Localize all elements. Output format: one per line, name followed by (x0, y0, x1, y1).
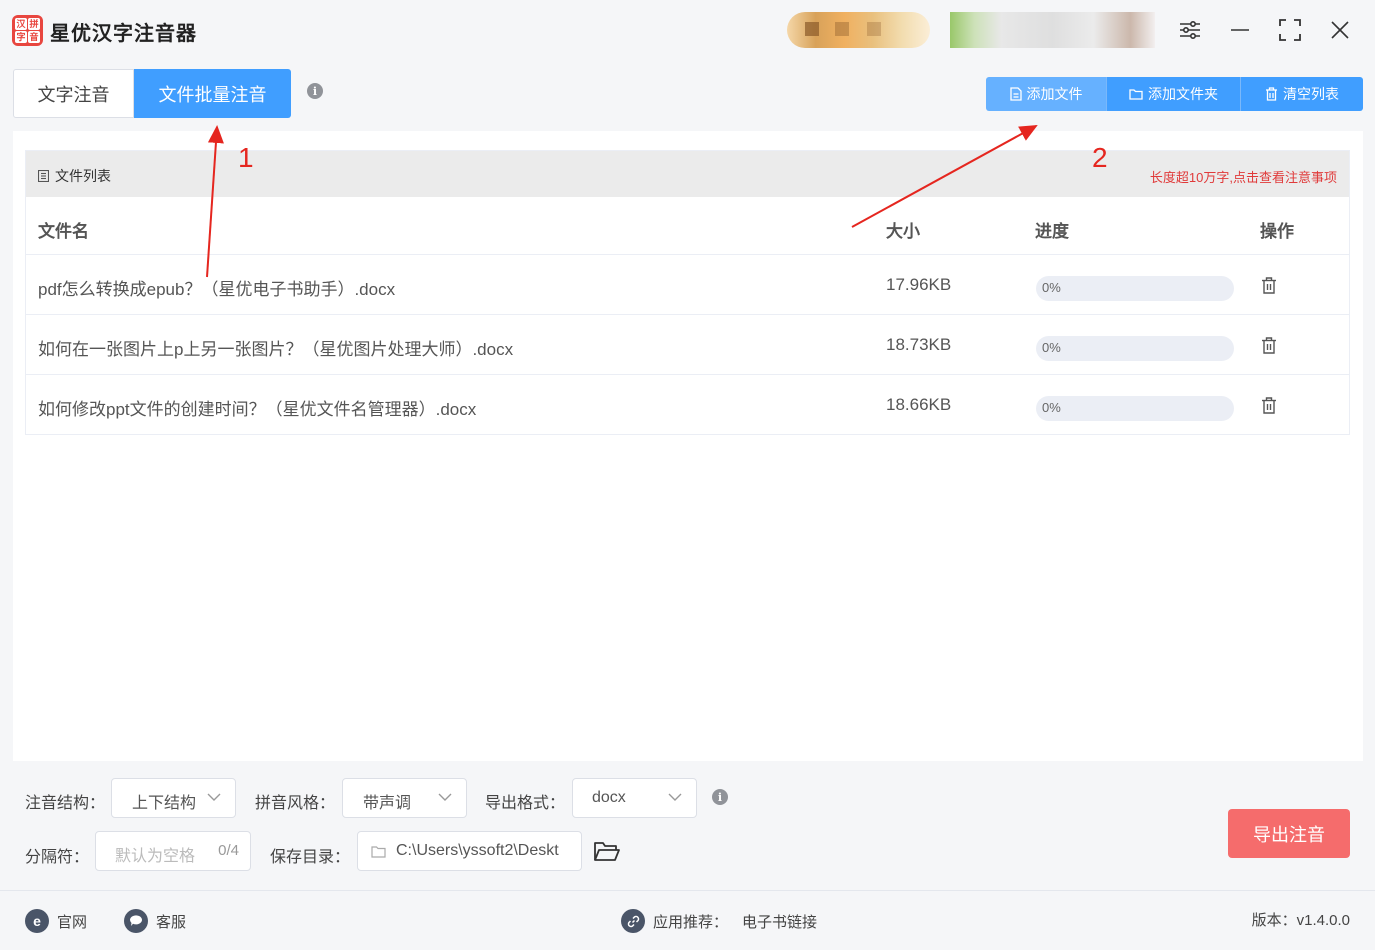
table-header: 文件名 大小 进度 操作 (26, 197, 1349, 255)
open-folder-icon[interactable] (593, 840, 620, 863)
progress-text: 0% (1042, 280, 1061, 295)
progress-bar: 0% (1036, 396, 1234, 421)
annotation-number-2: 2 (1092, 142, 1108, 173)
save-dir-label: 保存目录： (270, 849, 351, 866)
ebook-link[interactable]: 电子书链接 (742, 911, 817, 932)
tab-batch-file-annotation[interactable]: 文件批量注音 (134, 69, 291, 118)
separator-input[interactable]: 默认为空格 0/4 (95, 831, 251, 871)
maximize-icon[interactable] (1275, 15, 1305, 45)
trash-icon (1266, 87, 1277, 101)
file-size: 18.73KB (886, 335, 952, 354)
app-recommend[interactable]: 应用推荐： 电子书链接 (621, 909, 817, 933)
export-format-value: docx (592, 789, 626, 806)
structure-select[interactable]: 上下结构 (111, 778, 236, 818)
recommend-label: 应用推荐： (653, 913, 729, 931)
title-bar: 汉拼 字音 星优汉字注音器 (0, 0, 1375, 60)
tab-text-annotation[interactable]: 文字注音 (13, 69, 134, 118)
column-header-progress: 进度 (1035, 222, 1069, 241)
separator-placeholder: 默认为空格 (115, 848, 196, 865)
chevron-down-icon (207, 793, 221, 801)
link-chain-icon (621, 909, 645, 933)
list-icon (38, 170, 49, 182)
progress-bar: 0% (1036, 336, 1234, 361)
file-name: 如何修改ppt文件的创建时间？（星优文件名管理器）.docx (38, 400, 477, 419)
table-row: 如何修改ppt文件的创建时间？（星优文件名管理器）.docx 18.66KB 0… (26, 375, 1349, 435)
length-notice-link[interactable]: 长度超10万字,点击查看注意事项 (1150, 167, 1337, 186)
folder-icon (1129, 89, 1143, 100)
export-annotation-button[interactable]: 导出注音 (1228, 809, 1350, 858)
delete-trash-icon[interactable] (1261, 337, 1277, 354)
website-link[interactable]: e 官网 (25, 909, 87, 933)
add-file-button[interactable]: 添加文件 (986, 77, 1107, 111)
progress-text: 0% (1042, 340, 1061, 355)
column-header-action: 操作 (1260, 222, 1294, 241)
annotation-number-1: 1 (238, 142, 254, 173)
table-row: pdf怎么转换成epub？（星优电子书助手）.docx 17.96KB 0% (26, 255, 1349, 315)
minimize-icon[interactable] (1225, 15, 1255, 45)
structure-label: 注音结构： (25, 795, 106, 812)
table-row: 如何在一张图片上p上另一张图片？（星优图片处理大师）.docx 18.73KB … (26, 315, 1349, 375)
clear-list-label: 清空列表 (1283, 86, 1339, 102)
file-size: 17.96KB (886, 275, 952, 294)
pinyin-style-select[interactable]: 带声调 (342, 778, 467, 818)
version-text: 版本：v1.4.0.0 (1251, 912, 1350, 929)
chevron-down-icon (438, 793, 452, 801)
column-header-name: 文件名 (38, 222, 89, 241)
save-dir-value: C:\Users\yssoft2\Deskt (396, 842, 559, 859)
mode-tabs: 文字注音 文件批量注音 (13, 69, 291, 118)
structure-value: 上下结构 (132, 795, 197, 812)
file-name: pdf怎么转换成epub？（星优电子书助手）.docx (38, 280, 396, 299)
delete-trash-icon[interactable] (1261, 397, 1277, 414)
clear-list-button[interactable]: 清空列表 (1241, 77, 1363, 111)
add-folder-button[interactable]: 添加文件夹 (1107, 77, 1241, 111)
panel-title: 文件列表 (38, 166, 111, 186)
pinyin-style-value: 带声调 (363, 795, 412, 812)
separator-label: 分隔符： (25, 849, 90, 866)
column-header-size: 大小 (886, 222, 920, 241)
export-format-label: 导出格式： (485, 795, 566, 812)
customer-service-label: 客服 (156, 913, 187, 931)
close-icon[interactable] (1325, 15, 1355, 45)
add-file-label: 添加文件 (1026, 86, 1083, 102)
separator-count: 0/4 (218, 842, 239, 859)
folder-icon (371, 846, 386, 858)
add-folder-label: 添加文件夹 (1148, 86, 1218, 102)
info-icon[interactable]: i (307, 83, 323, 99)
progress-text: 0% (1042, 400, 1061, 415)
file-list-panel: 文件列表 长度超10万字,点击查看注意事项 文件名 大小 进度 操作 pdf怎么… (25, 150, 1350, 435)
panel-header: 文件列表 长度超10万字,点击查看注意事项 (26, 151, 1349, 197)
customer-service-link[interactable]: 客服 (124, 909, 186, 933)
app-logo-icon: 汉拼 字音 (12, 15, 43, 46)
app-title: 星优汉字注音器 (50, 23, 197, 45)
blurred-account-area[interactable] (787, 12, 930, 48)
website-label: 官网 (57, 913, 88, 931)
chevron-down-icon (668, 793, 682, 801)
save-dir-input[interactable]: C:\Users\yssoft2\Deskt (357, 831, 582, 871)
file-name: 如何在一张图片上p上另一张图片？（星优图片处理大师）.docx (38, 340, 514, 359)
delete-trash-icon[interactable] (1261, 277, 1277, 294)
format-info-icon[interactable]: i (712, 789, 728, 805)
chat-bubble-icon (124, 909, 148, 933)
file-size: 18.66KB (886, 395, 952, 414)
settings-sliders-icon[interactable] (1175, 15, 1205, 45)
footer: e 官网 客服 应用推荐： 电子书链接 版本：v1.4.0.0 (0, 890, 1375, 950)
panel-title-text: 文件列表 (55, 168, 111, 184)
ie-globe-icon: e (25, 909, 49, 933)
pinyin-style-label: 拼音风格： (255, 795, 336, 812)
blurred-user-info[interactable] (950, 12, 1155, 48)
progress-bar: 0% (1036, 276, 1234, 301)
file-icon (1009, 87, 1022, 101)
file-toolbar: 添加文件 添加文件夹 清空列表 (986, 77, 1363, 111)
export-format-select[interactable]: docx (572, 778, 697, 818)
